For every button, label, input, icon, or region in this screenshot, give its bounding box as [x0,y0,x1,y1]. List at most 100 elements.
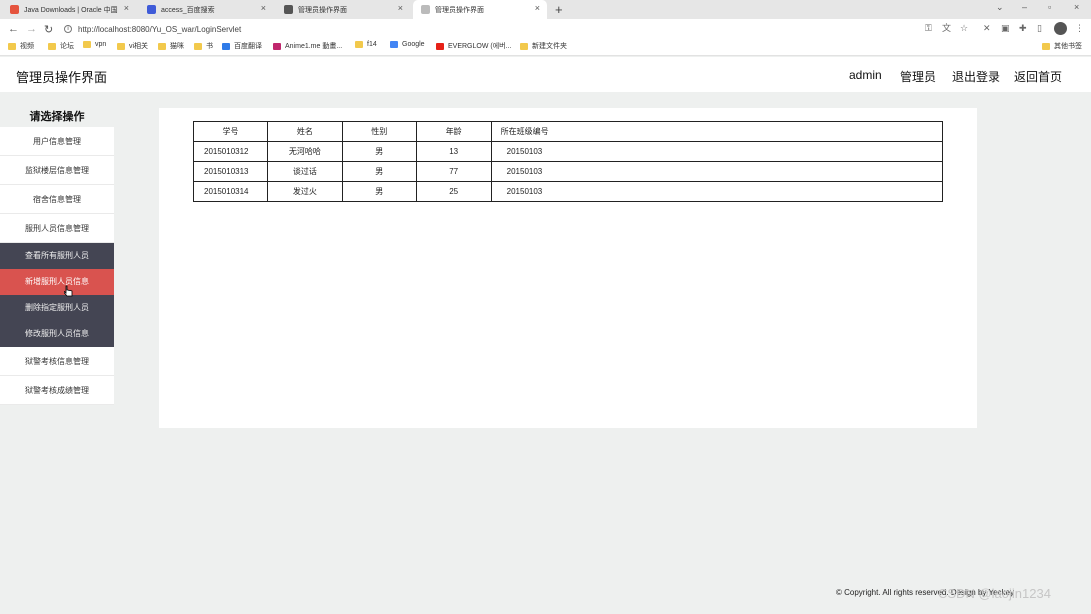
sidebar-item-prisoner-info[interactable]: 服刑人员信息管理 [0,214,114,243]
submenu-edit[interactable]: 修改服刑人员信息 [0,321,114,347]
table-row: 2015010314 发过火 男 25 20150103 [193,181,944,202]
username-link[interactable]: admin [849,68,882,82]
sidebar-item-user-info[interactable]: 用户信息管理 [0,127,114,156]
bookmark-item[interactable]: vi相关 [117,41,148,51]
bookmark-item[interactable]: 猫咪 [158,41,184,51]
sidebar-item-guard-assessment[interactable]: 狱警考核信息管理 [0,347,114,376]
folder-icon [194,42,202,50]
home-link[interactable]: 返回首页 [1014,68,1062,85]
chevron-down-icon[interactable]: ⌄ [996,2,1004,13]
folder-icon [48,42,56,50]
column-header-gender: 性别 [341,121,417,142]
new-tab-button[interactable]: + [555,2,563,17]
close-icon[interactable]: × [535,3,540,13]
browser-tab[interactable]: access_百度搜索 × [139,0,273,19]
bookmark-item[interactable]: vpn [83,41,106,48]
tab-title: Java Downloads | Oracle 中国 [24,6,118,14]
restore-icon[interactable]: ▫ [1048,2,1051,12]
folder-icon [158,42,166,50]
bookmark-item[interactable]: Google [390,41,425,48]
logout-link[interactable]: 退出登录 [952,68,1000,85]
extension-icon[interactable]: ✕ [983,24,992,33]
sidebar-title: 请选择操作 [29,111,85,123]
folder-icon [8,42,16,50]
browser-tab-bar: Java Downloads | Oracle 中国 × access_百度搜索… [0,0,1091,19]
cell-age: 77 [415,161,492,182]
minimize-icon[interactable]: – [1022,2,1027,12]
bookmark-item[interactable]: EVERGLOW (에버... [436,41,511,51]
submenu-delete[interactable]: 删除指定服刑人员 [0,295,114,321]
browser-tab[interactable]: Java Downloads | Oracle 中国 × [2,0,136,19]
puzzle-icon[interactable]: ✚ [1019,24,1028,33]
table-row: 2015010313 谈过话 男 77 20150103 [193,161,944,182]
google-icon [390,41,398,48]
menu-icon[interactable]: ⋮ [1075,24,1084,33]
sidebar-item-dorm-info[interactable]: 宿舍信息管理 [0,185,114,214]
bookmark-item[interactable]: Anime1.me 動畫... [273,41,342,51]
profile-avatar[interactable] [1054,22,1067,35]
cell-student-id: 2015010312 [193,141,268,162]
reload-icon[interactable]: ↻ [44,23,53,36]
sidebar: 请选择操作 用户信息管理 监狱楼层信息管理 宿舍信息管理 服刑人员信息管理 查看… [0,107,114,405]
key-icon[interactable]: ⚿ [925,24,934,33]
page-icon [421,5,430,14]
back-icon[interactable]: ← [8,23,19,35]
forward-icon[interactable]: → [26,23,37,35]
anime-icon [273,42,281,50]
close-icon[interactable]: × [261,3,266,13]
cell-student-id: 2015010314 [193,181,268,202]
other-bookmarks[interactable]: 其他书签 [1042,41,1082,51]
translate-icon[interactable]: 文 [942,24,951,33]
watermark-text: CSDN @laojin1234 [938,586,1051,601]
bookmark-item[interactable]: f14 [355,41,377,48]
tab-title: access_百度搜索 [161,6,215,14]
bookmark-item[interactable]: 书 [194,41,213,51]
content-panel: 学号 姓名 性别 年龄 所在班级编号 2015010312 无河哈哈 男 13 … [159,108,977,428]
table-header-row: 学号 姓名 性别 年龄 所在班级编号 [193,121,944,142]
youtube-icon [436,42,444,50]
folder-icon [117,42,125,50]
cell-gender: 男 [341,161,417,182]
hand-cursor-icon [64,285,73,297]
bookmark-item[interactable]: 论坛 [48,41,74,51]
cell-age: 25 [415,181,492,202]
folder-icon [83,41,91,48]
browser-tab-active[interactable]: 管理员操作界面 × [413,0,547,19]
cell-student-id: 2015010313 [193,161,268,182]
url-field[interactable]: i http://localhost:8080/Yu_OS_war/LoginS… [64,21,914,37]
info-icon[interactable]: i [64,25,72,33]
page-icon [284,5,293,14]
close-icon[interactable]: × [398,3,403,13]
bookmark-item[interactable]: 新建文件夹 [520,41,567,51]
close-window-icon[interactable]: × [1074,2,1079,12]
translate-icon [222,42,230,50]
tab-title: 管理员操作界面 [298,6,347,14]
column-header-name: 姓名 [266,121,343,142]
cell-class-id: 20150103 [490,141,944,162]
sidebar-item-floor-info[interactable]: 监狱楼层信息管理 [0,156,114,185]
sidebar-item-guard-score[interactable]: 狱警考核成绩管理 [0,376,114,405]
extension-icon[interactable]: ▣ [1001,24,1010,33]
folder-icon [520,42,528,50]
submenu-view-all[interactable]: 查看所有服刑人员 [0,243,114,269]
prisoner-table: 学号 姓名 性别 年龄 所在班级编号 2015010312 无河哈哈 男 13 … [193,121,944,202]
sidebar-icon[interactable]: ▯ [1037,24,1046,33]
table-row: 2015010312 无河哈哈 男 13 20150103 [193,141,944,162]
bookmark-item[interactable]: 百度翻译 [222,41,262,51]
bookmark-item[interactable]: 视频 [8,41,34,51]
folder-icon [1042,42,1050,50]
star-icon[interactable]: ☆ [960,24,969,33]
address-bar-row: ← → ↻ i http://localhost:8080/Yu_OS_war/… [0,19,1091,39]
cell-age: 13 [415,141,492,162]
page-title: 管理员操作界面 [16,70,108,85]
submenu-add[interactable]: 新增服刑人员信息 [0,269,114,295]
close-icon[interactable]: × [124,3,129,13]
browser-tab[interactable]: 管理员操作界面 × [276,0,410,19]
tab-title: 管理员操作界面 [435,6,484,14]
folder-icon [355,41,363,48]
cell-gender: 男 [341,141,417,162]
column-header-class-id: 所在班级编号 [490,121,944,142]
cell-class-id: 20150103 [490,161,944,182]
role-link[interactable]: 管理员 [900,68,936,85]
cell-name: 无河哈哈 [266,141,343,162]
